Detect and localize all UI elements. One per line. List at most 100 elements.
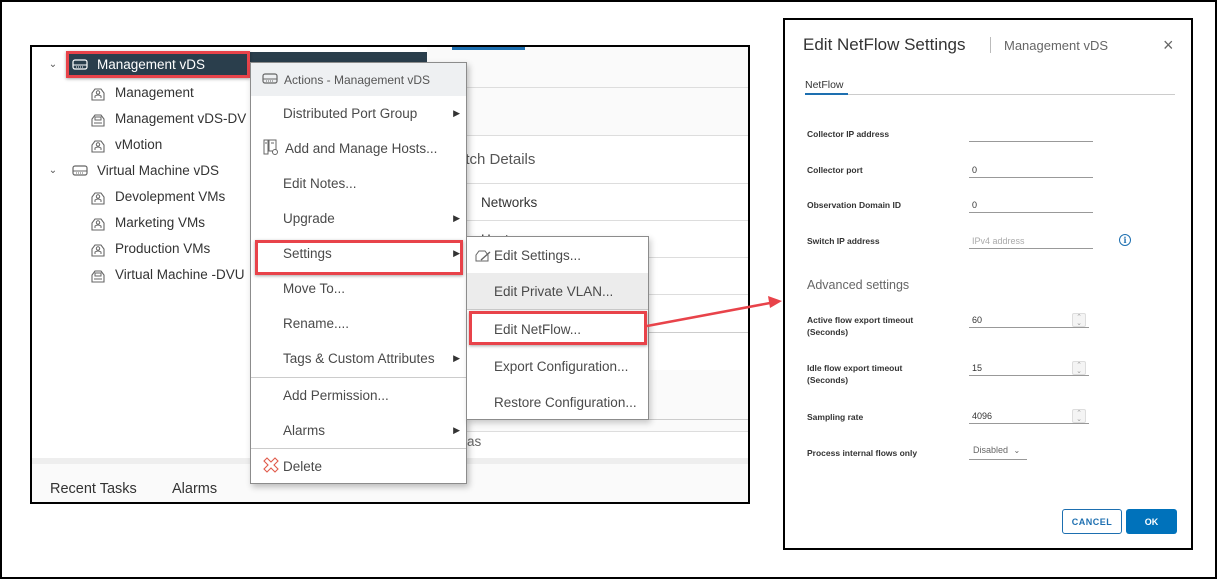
menu-item-delete[interactable]: Delete bbox=[251, 449, 466, 484]
observation-domain-label: Observation Domain ID bbox=[807, 200, 901, 210]
edit-settings-icon bbox=[475, 248, 491, 265]
chevron-down-icon[interactable]: ⌄ bbox=[46, 165, 60, 176]
tree-item-label: Management vDS-DV bbox=[115, 110, 247, 126]
menu-item-label: Alarms bbox=[283, 423, 326, 438]
cancel-button[interactable]: CANCEL bbox=[1062, 509, 1122, 534]
tree-item-label: Management vDS bbox=[97, 56, 206, 72]
idle-timeout-input[interactable] bbox=[969, 360, 1089, 376]
tree-item-portgroup[interactable]: Marketing VMs bbox=[90, 210, 205, 234]
menu-item-label: Edit NetFlow... bbox=[494, 321, 582, 337]
portgroup-icon bbox=[90, 216, 106, 231]
settings-submenu: Edit Settings... Edit Private VLAN... Ed… bbox=[466, 236, 649, 420]
tab-recent-tasks[interactable]: Recent Tasks bbox=[50, 481, 137, 497]
menu-item-label: Restore Configuration... bbox=[494, 394, 637, 410]
switch-details-header: itch Details bbox=[427, 135, 748, 183]
menu-item-tags-custom-attributes[interactable]: Tags & Custom Attributes ▶ bbox=[251, 341, 466, 376]
menu-item-label: Export Configuration... bbox=[494, 358, 629, 374]
ok-button[interactable]: OK bbox=[1126, 509, 1177, 534]
menu-item-label: Delete bbox=[283, 459, 323, 474]
uplink-icon bbox=[90, 268, 106, 283]
observation-domain-input[interactable] bbox=[969, 197, 1093, 213]
dialog-subtitle: Management vDS bbox=[1004, 38, 1109, 53]
label-line: (Seconds) bbox=[807, 375, 849, 385]
actions-context-menu: Actions - Management vDS Distributed Por… bbox=[250, 62, 467, 484]
tree-item-portgroup[interactable]: Devolepment VMs bbox=[90, 184, 225, 208]
internal-flows-label: Process internal flows only bbox=[807, 448, 918, 458]
portgroup-icon bbox=[90, 86, 106, 101]
menu-separator bbox=[467, 309, 648, 310]
active-timeout-input[interactable] bbox=[969, 312, 1089, 328]
tab-alarms[interactable]: Alarms bbox=[172, 481, 217, 497]
menu-item-rename[interactable]: Rename.... bbox=[251, 306, 466, 341]
menu-item-label: Distributed Port Group bbox=[283, 106, 418, 121]
submenu-arrow-icon: ▶ bbox=[453, 353, 460, 363]
details-row bbox=[427, 419, 748, 431]
tree-item-portgroup[interactable]: Management bbox=[90, 80, 194, 104]
portgroup-icon bbox=[90, 242, 106, 257]
menu-item-alarms[interactable]: Alarms ▶ bbox=[251, 413, 466, 448]
info-icon[interactable]: i bbox=[1119, 234, 1131, 246]
menu-item-edit-netflow[interactable]: Edit NetFlow... bbox=[467, 311, 648, 347]
active-tab-indicator bbox=[452, 47, 525, 50]
stepper-icon[interactable]: ⌃ ⌄ bbox=[1072, 313, 1086, 327]
delete-icon bbox=[263, 457, 279, 476]
details-row-networks[interactable]: Networks bbox=[427, 183, 748, 220]
label-line: Idle flow export timeout bbox=[807, 363, 903, 373]
tree-item-portgroup[interactable]: Production VMs bbox=[90, 236, 210, 260]
collector-port-label: Collector port bbox=[807, 165, 863, 175]
menu-item-label: Edit Settings... bbox=[494, 247, 582, 263]
menu-item-upgrade[interactable]: Upgrade ▶ bbox=[251, 201, 466, 236]
collector-port-input[interactable] bbox=[969, 162, 1093, 178]
title-divider bbox=[990, 37, 991, 53]
menu-item-settings[interactable]: Settings ▶ bbox=[251, 236, 466, 271]
tabs-border bbox=[805, 94, 1175, 95]
advanced-settings-title: Advanced settings bbox=[807, 278, 910, 292]
menu-item-edit-private-vlan[interactable]: Edit Private VLAN... bbox=[467, 273, 648, 309]
row-label: Networks bbox=[481, 195, 538, 210]
stepper-icon[interactable]: ⌃ ⌄ bbox=[1072, 361, 1086, 375]
menu-item-label: Add Permission... bbox=[283, 388, 389, 403]
menu-item-label: Move To... bbox=[283, 281, 346, 296]
collector-ip-label: Collector IP address bbox=[807, 129, 890, 139]
menu-item-label: Tags & Custom Attributes bbox=[283, 351, 435, 366]
menu-item-restore-configuration[interactable]: Restore Configuration... bbox=[467, 384, 648, 420]
internal-flows-select[interactable]: Disabled ⌄ bbox=[969, 445, 1027, 460]
submenu-arrow-icon: ▶ bbox=[453, 425, 460, 435]
tree-item-portgroup[interactable]: vMotion bbox=[90, 132, 162, 156]
stepper-icon[interactable]: ⌃ ⌄ bbox=[1072, 409, 1086, 423]
select-value: Disabled bbox=[973, 445, 1009, 455]
label-line: (Seconds) bbox=[807, 327, 849, 337]
menu-item-add-permission[interactable]: Add Permission... bbox=[251, 378, 466, 413]
menu-item-export-configuration[interactable]: Export Configuration... bbox=[467, 348, 648, 384]
active-tab-indicator bbox=[805, 93, 848, 95]
submenu-arrow-icon: ▶ bbox=[453, 248, 460, 258]
tree-item-uplink[interactable]: Management vDS-DV bbox=[90, 106, 246, 130]
sampling-rate-input[interactable] bbox=[969, 408, 1089, 424]
switch-ip-input[interactable] bbox=[969, 233, 1093, 249]
idle-timeout-label: Idle flow export timeout (Seconds) bbox=[807, 362, 902, 386]
details-row-partial: as bbox=[427, 431, 748, 457]
collector-ip-input[interactable] bbox=[969, 126, 1093, 142]
tree-item-virtual-machine-vds[interactable]: ⌄ Virtual Machine vDS bbox=[46, 158, 219, 182]
tab-netflow[interactable]: NetFlow bbox=[805, 79, 844, 91]
menu-item-add-manage-hosts[interactable]: Add and Manage Hosts... bbox=[251, 131, 466, 166]
edit-netflow-dialog: Edit NetFlow Settings Management vDS × N… bbox=[783, 18, 1193, 550]
context-menu-title: Actions - Management vDS bbox=[284, 72, 431, 87]
close-icon[interactable]: × bbox=[1163, 35, 1174, 56]
tree-item-label: Management bbox=[115, 84, 194, 100]
chevron-down-icon[interactable]: ⌄ bbox=[46, 59, 60, 70]
tree-item-uplink[interactable]: Virtual Machine -DVU bbox=[90, 262, 245, 286]
menu-item-label: Upgrade bbox=[283, 211, 335, 226]
switch-ip-label: Switch IP address bbox=[807, 236, 880, 246]
switch-icon bbox=[262, 72, 278, 88]
menu-item-distributed-port-group[interactable]: Distributed Port Group ▶ bbox=[251, 96, 466, 131]
menu-item-edit-notes[interactable]: Edit Notes... bbox=[251, 166, 466, 201]
menu-item-label: Settings bbox=[283, 246, 332, 261]
menu-item-label: Rename.... bbox=[283, 316, 350, 331]
menu-item-label: Edit Notes... bbox=[283, 176, 357, 191]
active-timeout-label: Active flow export timeout (Seconds) bbox=[807, 314, 913, 338]
menu-item-move-to[interactable]: Move To... bbox=[251, 271, 466, 306]
label-line: Active flow export timeout bbox=[807, 315, 914, 325]
panel-header-row bbox=[427, 87, 748, 137]
menu-item-edit-settings[interactable]: Edit Settings... bbox=[467, 237, 648, 273]
